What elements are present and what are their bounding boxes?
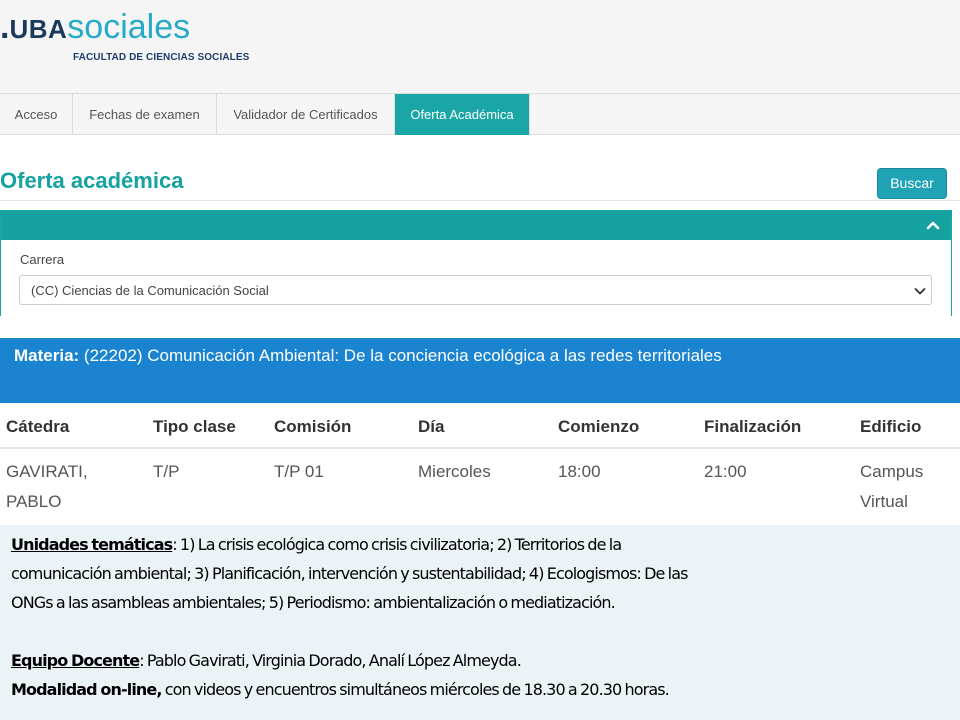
chevron-up-icon[interactable] (925, 217, 941, 233)
tab-fechas-de-examen[interactable]: Fechas de examen (73, 94, 217, 135)
logo-uba: UBA (9, 14, 68, 44)
carrera-select[interactable]: (CC) Ciencias de la Comunicación Social (19, 275, 932, 305)
equipo-text: : Pablo Gavirati, Virginia Dorado, Analí… (139, 651, 522, 670)
cell-edificio: Campus Virtual (860, 457, 923, 517)
unidades-line-3: ONGs a las asambleas ambientales; 5) Per… (11, 593, 616, 612)
col-header-comienzo: Comienzo (558, 417, 640, 436)
col-header-finalizacion: Finalización (704, 417, 802, 436)
col-header-dia: Día (418, 417, 445, 436)
cell-dia: Miercoles (418, 462, 491, 481)
filter-panel: Carrera (CC) Ciencias de la Comunicación… (0, 210, 952, 316)
cell-catedra-line1: GAVIRATI, (6, 462, 88, 481)
course-notes: Unidades temáticas: 1) La crisis ecológi… (0, 525, 960, 720)
equipo-label: Equipo Docente (11, 651, 140, 670)
cell-edificio-line2: Virtual (860, 492, 908, 511)
heading-divider (0, 200, 960, 201)
cell-comision: T/P 01 (274, 462, 324, 481)
modalidad-line: Modalidad on-line, con videos y encuentr… (11, 680, 670, 699)
modalidad-text: con videos y encuentros simultáneos miér… (161, 680, 670, 699)
comisiones-table: Cátedra Tipo clase Comisión Día Comienzo… (0, 403, 960, 525)
col-header-edificio: Edificio (860, 417, 922, 436)
logo-subtitle: FACULTAD DE CIENCIAS SOCIALES (73, 52, 250, 63)
equipo-docente-line: Equipo Docente: Pablo Gavirati, Virginia… (11, 651, 522, 670)
carrera-selected-value: (CC) Ciencias de la Comunicación Social (31, 283, 269, 298)
cell-edificio-line1: Campus (860, 462, 924, 481)
materia-value: (22202) Comunicación Ambiental: De la co… (83, 346, 722, 365)
materia-heading: Materia: (22202) Comunicación Ambiental:… (14, 346, 722, 366)
tab-oferta-academica[interactable]: Oferta Académica (395, 94, 530, 135)
carrera-label: Carrera (20, 252, 65, 267)
chevron-down-icon (914, 288, 926, 295)
modalidad-label: Modalidad on-line, (11, 680, 162, 699)
col-header-comision: Comisión (274, 417, 352, 436)
logo-sociales: sociales (67, 8, 191, 46)
col-header-catedra: Cátedra (6, 417, 70, 436)
materia-band: Materia: (22202) Comunicación Ambiental:… (0, 338, 960, 403)
cell-catedra-line2: PABLO (6, 492, 62, 511)
col-header-tipo-clase: Tipo clase (153, 417, 236, 436)
main-nav-tabs: Acceso Fechas de examen Validador de Cer… (0, 93, 960, 135)
header-divider (0, 447, 960, 449)
unidades-line-2: comunicación ambiental; 3) Planificación… (11, 564, 688, 583)
unidades-label: Unidades temáticas (11, 535, 173, 554)
buscar-button[interactable]: Buscar (877, 168, 947, 199)
tab-validador-de-certificados[interactable]: Validador de Certificados (217, 94, 395, 135)
filter-panel-header[interactable] (1, 211, 951, 240)
uba-sociales-logo[interactable]: .UBAsociales (0, 10, 190, 44)
page-title: Oferta académica (0, 168, 184, 193)
unidades-text-1: : 1) La crisis ecológica como crisis civ… (172, 535, 622, 554)
unidades-line-1: Unidades temáticas: 1) La crisis ecológi… (11, 535, 622, 554)
site-header: .UBAsociales FACULTAD DE CIENCIAS SOCIAL… (0, 0, 960, 93)
cell-catedra: GAVIRATI, PABLO (6, 457, 88, 517)
cell-finalizacion: 21:00 (704, 462, 747, 481)
cell-tipo-clase: T/P (153, 462, 180, 481)
materia-label: Materia: (14, 346, 80, 365)
tab-acceso[interactable]: Acceso (0, 94, 73, 135)
cell-comienzo: 18:00 (558, 462, 601, 481)
